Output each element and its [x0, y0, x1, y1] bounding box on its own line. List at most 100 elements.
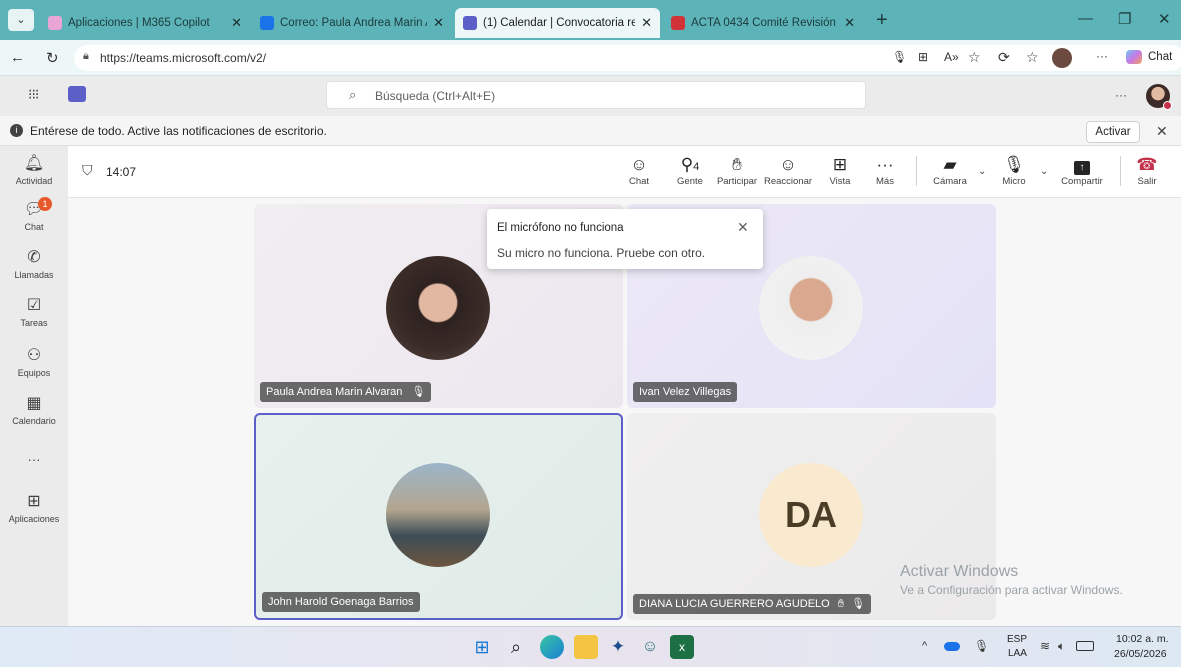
people-icon: ⚲4: [680, 155, 700, 174]
react-button[interactable]: ☺ Reaccionar: [762, 154, 814, 187]
copilot-icon: [48, 16, 62, 30]
activate-notifications-button[interactable]: Activar: [1086, 121, 1140, 143]
participant-nameplate: Paula Andrea Marin Alvaran 🎙︎: [260, 382, 432, 402]
tasks-icon: ☑: [26, 297, 42, 314]
app-icon[interactable]: ✦: [606, 635, 630, 659]
lock-icon: 🔒︎: [83, 50, 89, 62]
browser-tab-active[interactable]: (1) Calendar | Convocatoria re ✕: [455, 8, 660, 38]
more-button[interactable]: ··· Más: [870, 154, 900, 187]
search-icon[interactable]: ⌕: [504, 635, 528, 659]
rail-item-teams[interactable]: ⚇ Equipos: [0, 346, 68, 378]
chat-button[interactable]: ☺ Chat: [624, 154, 654, 187]
close-icon[interactable]: ✕: [737, 219, 749, 236]
mic-off-icon: 🎙︎: [1003, 155, 1025, 174]
wifi-icon[interactable]: ≋: [1040, 639, 1050, 653]
more-icon: ···: [876, 155, 894, 174]
rail-item-label: Chat: [24, 222, 44, 232]
profile-avatar[interactable]: [1052, 48, 1072, 68]
mic-icon[interactable]: 🎙︎: [974, 639, 989, 653]
mic-button[interactable]: 🎙︎ Micro: [996, 154, 1032, 187]
pdf-icon: [671, 16, 685, 30]
favorites-icon[interactable]: ☆: [1026, 49, 1039, 66]
language-indicator-top[interactable]: ESP: [1007, 634, 1027, 645]
close-tab-icon[interactable]: ✕: [433, 15, 444, 31]
close-icon[interactable]: ✕: [1156, 123, 1168, 140]
volume-icon[interactable]: 🔈︎: [1058, 639, 1065, 654]
people-button[interactable]: ⚲4 Gente: [670, 154, 710, 187]
immersive-reader-icon[interactable]: ⊞: [918, 50, 928, 64]
excel-icon[interactable]: x: [670, 635, 694, 659]
rail-item-apps[interactable]: ⊞ Aplicaciones: [0, 492, 68, 524]
copilot-chat-icon[interactable]: [1126, 50, 1142, 64]
new-tab-button[interactable]: +: [876, 9, 888, 32]
browser-tab[interactable]: Aplicaciones | M365 Copilot ✕: [40, 8, 250, 38]
leave-button[interactable]: ☎︎ Salir: [1130, 154, 1164, 187]
app-launcher-icon[interactable]: ⁝⁝⁝: [28, 86, 39, 103]
teams-icon: [463, 16, 477, 30]
apps-icon: ⊞: [27, 493, 41, 510]
camera-off-icon: ▰: [943, 155, 957, 174]
tray-expand-icon[interactable]: ^: [922, 640, 927, 652]
emoji-icon: ☺: [779, 155, 797, 174]
close-tab-icon[interactable]: ✕: [231, 15, 242, 31]
browser-tab[interactable]: Correo: Paula Andrea Marin Alvara ✕: [252, 8, 452, 38]
onedrive-icon[interactable]: [944, 642, 960, 651]
edge-icon[interactable]: [540, 635, 564, 659]
battery-icon[interactable]: [1076, 641, 1094, 651]
participant-count: 4: [693, 161, 700, 173]
refresh-icon[interactable]: ↻: [46, 49, 59, 67]
teams-logo-icon: [68, 86, 86, 102]
windows-activation-watermark-title: Activar Windows: [900, 563, 1019, 580]
back-icon[interactable]: ←: [10, 49, 25, 66]
file-explorer-icon[interactable]: [574, 635, 598, 659]
read-aloud-icon[interactable]: A»: [944, 50, 959, 64]
search-box[interactable]: ⌕ Búsqueda (Ctrl+Alt+E): [326, 81, 866, 109]
close-window-icon[interactable]: ✕: [1158, 10, 1171, 28]
participant-tile-active-speaker[interactable]: John Harold Goenaga Barrios: [254, 413, 623, 620]
settings-more-icon[interactable]: ···: [1115, 88, 1127, 102]
extensions-icon[interactable]: ⟳: [998, 49, 1010, 66]
browser-tab[interactable]: ACTA 0434 Comité Revisión Novec ✕: [663, 8, 863, 38]
rail-item-chat[interactable]: 💬︎ 1 Chat: [0, 197, 68, 232]
clock-time[interactable]: 10:02 a. m.: [1116, 633, 1169, 645]
chevron-down-icon[interactable]: ⌄: [978, 166, 986, 177]
share-button[interactable]: ↑ Compartir: [1056, 154, 1108, 187]
rail-item-label: Tareas: [20, 318, 48, 328]
raise-hand-icon: ✋︎: [837, 598, 845, 610]
tab-actions-button[interactable]: ⌄: [8, 9, 34, 31]
mic-icon[interactable]: 🎙︎: [892, 50, 907, 64]
camera-button[interactable]: ▰ Cámara: [928, 154, 972, 187]
close-tab-icon[interactable]: ✕: [641, 15, 652, 31]
rail-item-activity[interactable]: 🔔︎ Actividad: [0, 154, 68, 186]
rail-item-calendar[interactable]: ▦ Calendario: [0, 394, 68, 426]
more-icon[interactable]: ···: [1096, 49, 1108, 63]
windows-activation-watermark-text: Ve a Configuración para activar Windows.: [900, 583, 1123, 597]
language-indicator-bottom[interactable]: LAA: [1008, 648, 1027, 659]
rail-item-more[interactable]: ···: [0, 452, 68, 467]
copilot-chat-label[interactable]: Chat: [1148, 51, 1172, 63]
restore-icon[interactable]: ❐: [1118, 10, 1131, 28]
grid-icon: ⊞: [832, 155, 848, 174]
rail-item-calls[interactable]: ✆ Llamadas: [0, 248, 68, 280]
participant-photo: [386, 256, 490, 360]
address-bar-row: ← ↻ 🔒︎ https://teams.microsoft.com/v2/ 🎙…: [0, 40, 1181, 76]
url-text: https://teams.microsoft.com/v2/: [100, 51, 267, 65]
rail-item-tasks[interactable]: ☑ Tareas: [0, 296, 68, 328]
favorite-star-icon[interactable]: ☆: [968, 49, 981, 66]
chat-app-icon[interactable]: ☺: [638, 635, 662, 659]
participant-photo: [386, 463, 490, 567]
meeting-control-bar: ⛉ 14:07 ☺ Chat ⚲4 Gente ✋︎ Participar ☺ …: [68, 146, 1181, 198]
outlook-icon: [260, 16, 274, 30]
calendar-icon: ▦: [26, 395, 42, 412]
start-icon[interactable]: ⊞: [470, 635, 494, 659]
chevron-down-icon[interactable]: ⌄: [1040, 166, 1048, 177]
url-field[interactable]: 🔒︎ https://teams.microsoft.com/v2/: [74, 45, 1181, 71]
close-tab-icon[interactable]: ✕: [844, 15, 855, 31]
minimize-icon[interactable]: —: [1078, 10, 1093, 27]
mic-off-icon: 🎙︎: [411, 386, 426, 398]
view-button[interactable]: ⊞ Vista: [824, 154, 856, 187]
raise-hand-button[interactable]: ✋︎ Participar: [712, 154, 762, 187]
notification-text: Entérese de todo. Active las notificacio…: [30, 124, 327, 138]
app-rail: 🔔︎ Actividad 💬︎ 1 Chat ✆ Llamadas ☑ Tare…: [0, 146, 68, 626]
clock-date[interactable]: 26/05/2026: [1114, 648, 1167, 660]
